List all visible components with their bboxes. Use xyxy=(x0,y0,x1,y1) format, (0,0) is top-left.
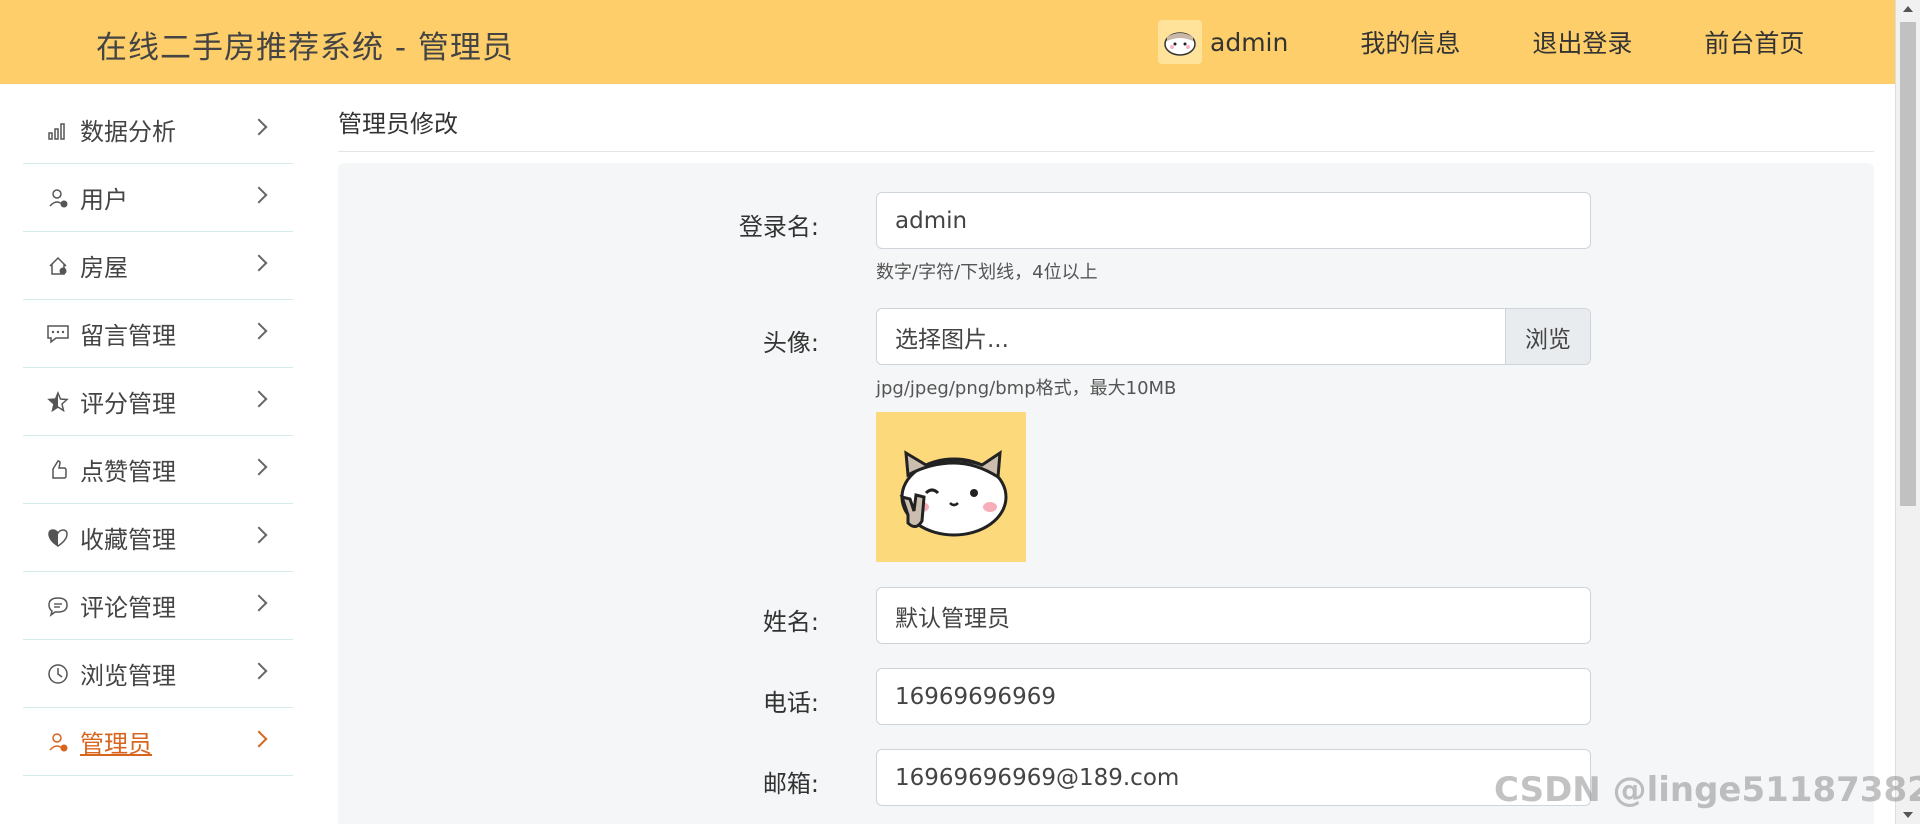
chevron-right-icon xyxy=(250,322,268,340)
user-icon xyxy=(45,185,71,211)
frontend-home-link[interactable]: 前台首页 xyxy=(1704,24,1804,60)
chevron-right-icon xyxy=(250,390,268,408)
page-title: 管理员修改 xyxy=(338,104,1874,152)
chevron-right-icon xyxy=(250,662,268,680)
sidebar-item-data-analysis[interactable]: 数据分析 xyxy=(23,96,293,164)
avatar-file-placeholder[interactable]: 选择图片... xyxy=(877,309,1505,364)
sidebar-item-label: 用户 xyxy=(80,186,128,214)
sidebar-item-label: 房屋 xyxy=(80,254,128,282)
app-title: 在线二手房推荐系统 - 管理员 xyxy=(96,30,514,66)
sidebar-item-favorites[interactable]: 收藏管理 xyxy=(23,504,293,572)
sidebar-item-messages[interactable]: 留言管理 xyxy=(23,300,293,368)
scroll-down-icon[interactable] xyxy=(1903,812,1913,818)
sidebar-item-label: 点赞管理 xyxy=(80,458,176,486)
login-name-hint: 数字/字符/下划线，4位以上 xyxy=(876,262,1098,283)
header-username[interactable]: admin xyxy=(1210,28,1288,57)
star-icon xyxy=(45,389,71,415)
sidebar: 数据分析 用户 房屋 留言管理 评分管理 点赞管理 收藏管理 评论管理 浏览管理… xyxy=(23,96,293,776)
heart-icon xyxy=(45,525,71,551)
form-panel: 登录名: admin 数字/字符/下划线，4位以上 头像: 选择图片... 浏览… xyxy=(338,163,1874,824)
chevron-right-icon xyxy=(250,730,268,748)
chevron-right-icon xyxy=(250,254,268,272)
cat-avatar-icon xyxy=(1164,32,1196,56)
chevron-right-icon xyxy=(250,186,268,204)
login-name-label: 登录名: xyxy=(738,213,819,241)
clock-icon xyxy=(45,661,71,687)
scroll-thumb[interactable] xyxy=(1900,22,1916,506)
sidebar-item-house[interactable]: 房屋 xyxy=(23,232,293,300)
scroll-up-icon[interactable] xyxy=(1903,6,1913,12)
comment-icon xyxy=(45,593,71,619)
avatar-hint: jpg/jpeg/png/bmp格式，最大10MB xyxy=(876,378,1177,399)
logout-link[interactable]: 退出登录 xyxy=(1532,24,1632,60)
chevron-right-icon xyxy=(250,594,268,612)
sidebar-item-label: 数据分析 xyxy=(80,118,176,146)
sidebar-item-user[interactable]: 用户 xyxy=(23,164,293,232)
main-content: 管理员修改 登录名: admin 数字/字符/下划线，4位以上 头像: 选择图片… xyxy=(338,104,1874,824)
admin-icon xyxy=(45,729,71,755)
house-icon xyxy=(45,253,71,279)
sidebar-item-label: 留言管理 xyxy=(80,322,176,350)
chevron-right-icon xyxy=(250,526,268,544)
message-icon xyxy=(45,321,71,347)
sidebar-item-label: 评分管理 xyxy=(80,390,176,418)
bar-chart-icon xyxy=(45,117,71,143)
phone-label: 电话: xyxy=(762,689,819,717)
top-header: 在线二手房推荐系统 - 管理员 admin 我的信息 退出登录 前台首页 xyxy=(0,0,1895,84)
avatar-preview xyxy=(876,412,1026,562)
watermark: CSDN @linge511873822 xyxy=(1494,770,1920,810)
avatar-label: 头像: xyxy=(762,329,819,357)
thumbs-up-icon xyxy=(45,457,71,483)
sidebar-item-likes[interactable]: 点赞管理 xyxy=(23,436,293,504)
chevron-right-icon xyxy=(250,458,268,476)
sidebar-item-comments[interactable]: 评论管理 xyxy=(23,572,293,640)
sidebar-item-label: 浏览管理 xyxy=(80,662,176,690)
header-nav: admin 我的信息 退出登录 前台首页 xyxy=(1158,0,1804,84)
page-scrollbar[interactable] xyxy=(1895,0,1920,824)
user-avatar[interactable] xyxy=(1158,20,1202,64)
sidebar-item-browsing[interactable]: 浏览管理 xyxy=(23,640,293,708)
avatar-file-input[interactable]: 选择图片... 浏览 xyxy=(876,308,1591,365)
email-label: 邮箱: xyxy=(762,770,819,798)
sidebar-item-label: 评论管理 xyxy=(80,594,176,622)
email-input[interactable]: 16969696969@189.com xyxy=(876,749,1591,806)
cat-avatar-icon xyxy=(899,450,1008,537)
sidebar-item-admin[interactable]: 管理员 xyxy=(23,708,293,776)
sidebar-item-label: 管理员 xyxy=(80,730,152,758)
chevron-right-icon xyxy=(250,118,268,136)
my-info-link[interactable]: 我的信息 xyxy=(1360,24,1460,60)
phone-input[interactable]: 16969696969 xyxy=(876,668,1591,725)
sidebar-item-ratings[interactable]: 评分管理 xyxy=(23,368,293,436)
browse-button[interactable]: 浏览 xyxy=(1505,309,1590,364)
login-name-input[interactable]: admin xyxy=(876,192,1591,249)
sidebar-item-label: 收藏管理 xyxy=(80,526,176,554)
name-label: 姓名: xyxy=(762,608,819,636)
name-input[interactable]: 默认管理员 xyxy=(876,587,1591,644)
